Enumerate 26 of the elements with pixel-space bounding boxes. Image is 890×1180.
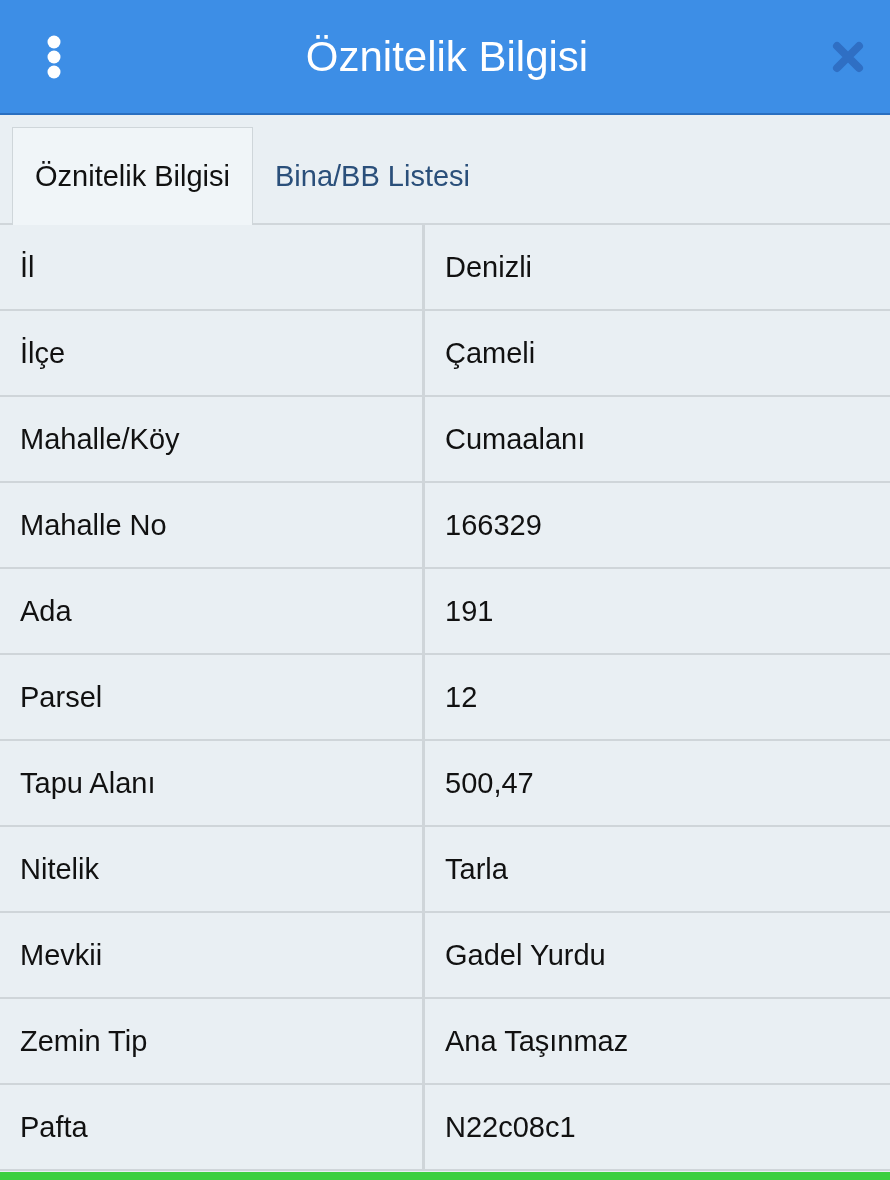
window-title: Öznitelik Bilgisi [304,32,590,81]
attribute-value: Cumaalanı [422,397,890,481]
attribute-value: 12 [422,655,890,739]
attribute-value: N22c08c1 [422,1085,890,1169]
attribute-label: Nitelik [19,851,100,887]
attribute-value: Çameli [422,311,890,395]
attribute-label: Tapu Alanı [19,765,157,801]
attribute-label: Ada [19,593,73,629]
attribute-label: İlçe [19,335,67,371]
attribute-value: 191 [422,569,890,653]
attribute-value: 500,47 [422,741,890,825]
attribute-label: Parsel [19,679,104,715]
attribute-value: Denizli [422,225,890,309]
attribute-label: Mevkii [19,937,104,973]
tab[interactable]: Öznitelik Bilgisi [12,127,253,225]
attribute-value: Ana Taşınmaz [422,999,890,1083]
attribute-label: Mahalle/Köy [19,421,181,457]
attribute-value: Gadel Yurdu [422,913,890,997]
menu-icon[interactable] [46,33,62,80]
tab[interactable]: Bina/BB Listesi [253,127,493,225]
attribute-value: 166329 [422,483,890,567]
attribute-label: Mahalle No [19,507,168,543]
attribute-label: Zemin Tip [19,1023,149,1059]
attribute-value: Tarla [422,827,890,911]
attribute-label: İl [19,249,36,285]
attribute-label: Pafta [19,1109,89,1145]
